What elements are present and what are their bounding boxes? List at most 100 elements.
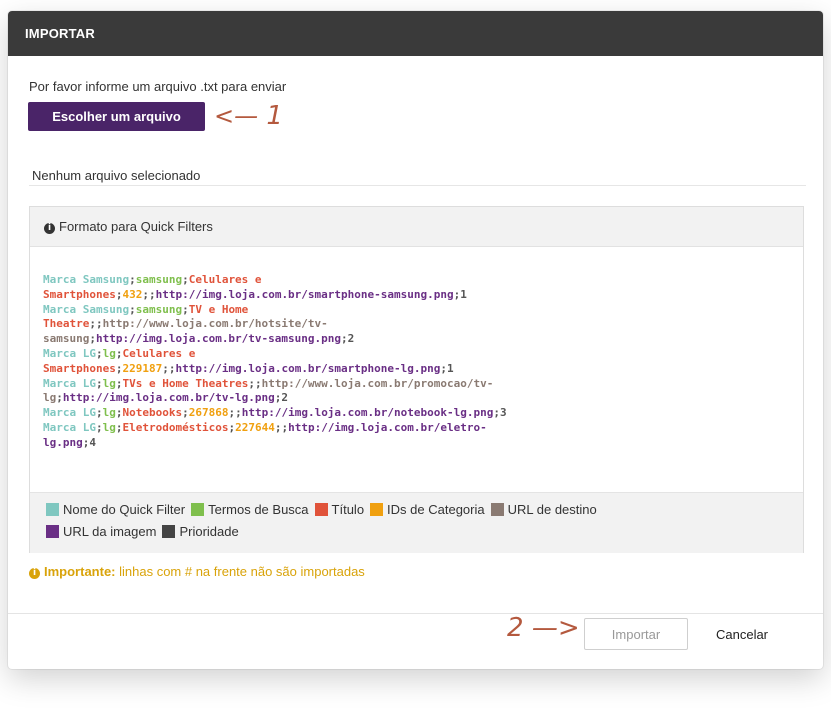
file-status: Nenhum arquivo selecionado: [29, 168, 806, 186]
legend-swatch: [370, 503, 384, 516]
annotation-arrow-right: —>: [531, 613, 580, 643]
code-segment-title: TVs e Home Theatres: [122, 376, 249, 390]
code-segment-sep: ;: [182, 302, 189, 316]
legend-swatch: [46, 503, 59, 516]
code-line: Marca LG;lg;TVs e Home Theatres;;http://…: [43, 377, 563, 392]
import-modal: IMPORTAR Por favor informe um arquivo .t…: [8, 11, 823, 669]
code-segment-img: http://img.loja.com.br/smartphone-lg.png: [175, 361, 441, 375]
legend-label: Nome do Quick Filter: [63, 502, 186, 517]
code-segment-sep: ;: [182, 273, 189, 286]
code-segment-title: Notebooks: [122, 406, 183, 420]
modal-title: IMPORTAR: [8, 11, 823, 56]
code-segment-img: http://img.loja.com.br/notebook-lg.png: [241, 406, 494, 420]
code-segment-img: http://img.loja.com.br/smartphone-samsun…: [155, 287, 454, 301]
code-segment-sep: ;4: [82, 435, 96, 449]
code-segment-title: Celulares e: [188, 273, 262, 286]
code-segment-terms: lg: [102, 376, 116, 390]
code-segment-sep: ;1: [453, 287, 467, 301]
code-segment-img: lg.png: [43, 435, 83, 449]
code-segment-title: Smartphones: [43, 287, 116, 301]
legend-item: URL de destino: [490, 502, 597, 517]
code-segment-img: http://img.loja.com.br/tv-lg.png: [62, 391, 275, 405]
legend-item: IDs de Categoria: [370, 502, 485, 517]
code-line: Marca LG;lg;Celulares e: [43, 347, 563, 362]
code-segment-sep: ;;: [248, 376, 262, 390]
code-segment-name: Marca LG: [43, 376, 96, 390]
import-button[interactable]: Importar: [584, 618, 688, 650]
legend-label: Título: [331, 502, 365, 517]
code-segment-sep: ;;: [228, 406, 242, 420]
code-segment-name: Marca Samsung: [43, 302, 130, 316]
code-segment-terms: lg: [102, 406, 116, 420]
code-segment-sep: ;: [89, 332, 96, 346]
code-segment-sep: ;1: [440, 361, 454, 375]
code-segment-dest: samsung: [43, 332, 90, 346]
legend-item: Título: [314, 502, 365, 517]
code-segment-terms: samsung: [135, 273, 183, 286]
code-segment-title: Celulares e: [122, 346, 196, 360]
legend-label: Prioridade: [179, 524, 239, 539]
code-line: Marca LG;lg;Eletrodomésticos;227644;;htt…: [43, 421, 563, 436]
code-segment-title: Eletrodomésticos: [122, 420, 229, 434]
code-segment-name: Marca LG: [43, 346, 96, 360]
legend-row: URL da imagem Prioridade: [46, 524, 245, 539]
code-segment-sep: ;2: [274, 391, 289, 405]
annotation-number-2: 2: [507, 613, 524, 643]
code-segment-title: Theatre: [43, 317, 90, 331]
intro-text: Por favor informe um arquivo .txt para e…: [29, 79, 287, 94]
code-segment-sep: ;3: [493, 406, 507, 420]
annotation-arrow-left: <—: [214, 102, 259, 130]
legend-swatch: [162, 525, 176, 538]
code-segment-sep: ;: [95, 420, 103, 434]
code-segment-catid: 432: [122, 287, 143, 301]
code-segment-name: Marca LG: [43, 420, 96, 434]
code-line: Smartphones;432;;http://img.loja.com.br/…: [43, 288, 563, 303]
code-line: Marca Samsung;samsung;Celulares e: [43, 273, 563, 288]
info-icon: i: [44, 223, 55, 234]
code-segment-catid: 267868: [188, 406, 229, 420]
important-note: i Importante: linhas com # na frente não …: [29, 564, 365, 579]
code-segment-img: http://img.loja.com.br/tv-samsung.png: [95, 332, 342, 346]
code-segment-sep: ;: [95, 346, 103, 360]
code-segment-sep: ;;: [142, 287, 156, 301]
legend-item: URL da imagem: [46, 524, 156, 539]
legend-swatch: [191, 503, 205, 516]
code-line: samsung;http://img.loja.com.br/tv-samsun…: [43, 332, 563, 347]
legend-swatch: [46, 525, 59, 538]
important-label: Importante:: [44, 564, 116, 579]
code-segment-terms: samsung: [135, 302, 183, 316]
code-line: Marca LG;lg;Notebooks;267868;;http://img…: [43, 406, 563, 421]
legend-label: URL de destino: [507, 502, 597, 517]
choose-file-button[interactable]: Escolher um arquivo: [28, 102, 205, 131]
annotation-step-1: <— 1: [214, 101, 283, 131]
code-line: Marca Samsung;samsung;TV e Home: [43, 303, 563, 318]
legend-item: Nome do Quick Filter: [46, 502, 185, 517]
code-segment-title: Smartphones: [43, 361, 116, 375]
annotation-number-1: 1: [266, 101, 283, 131]
code-line: Theatre;;http://www.loja.com.br/hotsite/…: [43, 317, 563, 332]
code-segment-dest: http://www.loja.com.br/hotsite/tv-: [102, 317, 328, 331]
legend-item: Prioridade: [162, 524, 239, 539]
format-example-code: Marca Samsung;samsung;Celulares e Smartph…: [43, 273, 563, 451]
code-segment-name: Marca Samsung: [43, 273, 130, 286]
color-legend: Nome do Quick Filter Termos de Busca Títul…: [30, 492, 803, 553]
modal-footer: [8, 613, 823, 669]
important-text: linhas com # na frente não são importada…: [115, 564, 365, 579]
legend-swatch: [490, 503, 504, 516]
code-segment-title: TV e Home: [188, 302, 249, 316]
code-segment-name: Marca LG: [43, 406, 96, 420]
code-segment-sep: ;;: [274, 420, 289, 434]
legend-swatch: [314, 503, 328, 516]
code-segment-terms: lg: [102, 346, 116, 360]
annotation-step-2: 2 —>: [507, 613, 580, 643]
code-segment-sep: ;: [129, 273, 136, 286]
legend-item: Termos de Busca: [191, 502, 309, 517]
info-icon: i: [29, 568, 40, 579]
code-segment-catid: 227644: [235, 420, 275, 434]
code-segment-sep: ;: [95, 376, 103, 390]
code-segment-sep: ;: [129, 302, 136, 316]
code-segment-sep: ;: [56, 391, 63, 405]
format-panel-header: i Formato para Quick Filters: [30, 207, 803, 247]
cancel-button[interactable]: Cancelar: [702, 618, 782, 650]
code-segment-sep: ;: [95, 406, 103, 420]
